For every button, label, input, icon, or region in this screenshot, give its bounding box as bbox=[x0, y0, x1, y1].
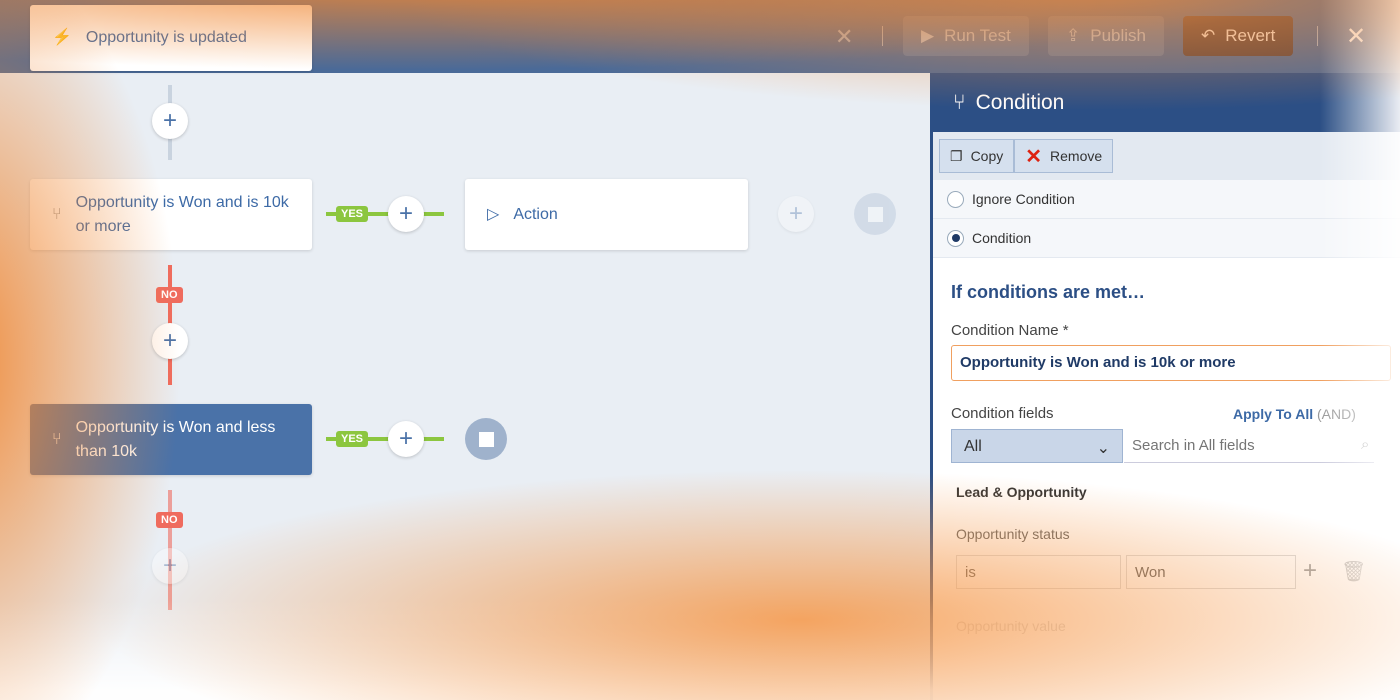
condition-label: Opportunity is Won and less than 10k bbox=[75, 418, 276, 460]
publish-icon: ⇪ bbox=[1066, 26, 1081, 45]
add-step-button[interactable]: + bbox=[152, 323, 188, 359]
apply-mode: (AND) bbox=[1317, 406, 1356, 422]
add-step-button[interactable]: + bbox=[152, 548, 188, 584]
add-step-button[interactable]: + bbox=[388, 421, 424, 457]
action-label: Action bbox=[513, 205, 558, 223]
close-search-icon[interactable]: ✕ bbox=[835, 24, 853, 50]
yes-badge: YES bbox=[336, 431, 369, 447]
field-search-input[interactable] bbox=[1124, 429, 1374, 463]
stop-node bbox=[465, 418, 507, 460]
copy-icon: ❐ bbox=[950, 147, 963, 164]
condition-fields-label: Condition fields bbox=[951, 405, 1054, 422]
revert-button[interactable]: ↶ Revert bbox=[1183, 16, 1294, 56]
branch-icon: ⑂ bbox=[953, 90, 966, 114]
condition-panel: ⑂ Condition ❐ Copy ✕ Remove Ignore Conditio… bbox=[930, 73, 1400, 700]
revert-icon: ↶ bbox=[1201, 26, 1216, 45]
play-icon: ▷ bbox=[487, 205, 500, 223]
trash-icon[interactable]: 🗑 bbox=[1341, 559, 1366, 584]
no-badge: NO bbox=[156, 287, 183, 303]
field-filter-select[interactable]: All ⌄ bbox=[951, 429, 1123, 463]
chevron-down-icon: ⌄ bbox=[1096, 440, 1110, 457]
lightning-icon: ⚡ bbox=[52, 29, 72, 46]
add-step-button[interactable]: + bbox=[152, 103, 188, 139]
condition-node[interactable]: ⑂ Opportunity is Won and is 10k or more bbox=[30, 179, 312, 250]
radio-circle bbox=[947, 190, 964, 208]
field-label: Opportunity value bbox=[956, 618, 1066, 634]
operator-select[interactable]: is bbox=[956, 555, 1121, 589]
branch-icon: ⑂ bbox=[52, 205, 62, 223]
panel-header: ⑂ Condition bbox=[933, 73, 1400, 132]
publish-label: Publish bbox=[1090, 26, 1147, 45]
condition-label: Opportunity is Won and is 10k or more bbox=[75, 193, 289, 235]
section-title: If conditions are met… bbox=[951, 282, 1146, 302]
branch-icon: ⑂ bbox=[52, 430, 62, 448]
condition-node-selected[interactable]: ⑂ Opportunity is Won and less than 10k bbox=[30, 404, 312, 475]
group-title: Lead & Opportunity bbox=[956, 484, 1087, 500]
radio-label: Condition bbox=[972, 230, 1032, 246]
filter-value: All bbox=[964, 438, 982, 455]
radio-label: Ignore Condition bbox=[972, 191, 1075, 207]
add-step-button[interactable]: + bbox=[388, 196, 424, 232]
panel-title: Condition bbox=[975, 90, 1065, 114]
stop-node bbox=[854, 193, 896, 235]
radio-condition[interactable]: Condition bbox=[933, 219, 1400, 258]
play-icon: ▶ bbox=[921, 26, 935, 45]
remove-button[interactable]: ✕ Remove bbox=[1014, 139, 1114, 173]
yes-badge: YES bbox=[336, 206, 369, 222]
no-badge: NO bbox=[156, 512, 183, 528]
condition-name-label: Condition Name * bbox=[951, 322, 1069, 339]
divider bbox=[882, 26, 883, 46]
close-icon[interactable]: ✕ bbox=[1346, 22, 1366, 51]
radio-circle bbox=[947, 229, 964, 247]
remove-label: Remove bbox=[1050, 148, 1103, 164]
trigger-node[interactable]: ⚡ Opportunity is updated bbox=[30, 5, 312, 71]
add-step-button[interactable]: + bbox=[778, 196, 814, 232]
revert-label: Revert bbox=[1225, 26, 1276, 45]
copy-label: Copy bbox=[970, 148, 1004, 164]
run-test-button[interactable]: ▶ Run Test bbox=[903, 16, 1029, 56]
run-test-label: Run Test bbox=[944, 26, 1011, 45]
condition-name-input[interactable]: Opportunity is Won and is 10k or more bbox=[951, 345, 1391, 381]
value-select[interactable]: Won bbox=[1126, 555, 1296, 589]
field-label: Opportunity status bbox=[956, 526, 1070, 542]
apply-all-label: Apply To All bbox=[1233, 406, 1314, 422]
radio-ignore-condition[interactable]: Ignore Condition bbox=[933, 180, 1400, 219]
publish-button[interactable]: ⇪ Publish bbox=[1048, 16, 1165, 56]
divider bbox=[1317, 26, 1318, 46]
apply-to-all-dropdown[interactable]: Apply To All (AND) bbox=[1233, 406, 1356, 422]
copy-button[interactable]: ❐ Copy bbox=[939, 139, 1015, 173]
search-icon: ⌕ bbox=[1361, 436, 1370, 453]
trigger-label: Opportunity is updated bbox=[85, 29, 247, 46]
action-node[interactable]: ▷ Action bbox=[465, 179, 748, 250]
remove-icon: ✕ bbox=[1025, 145, 1043, 168]
add-field-button[interactable]: + bbox=[1303, 557, 1317, 585]
